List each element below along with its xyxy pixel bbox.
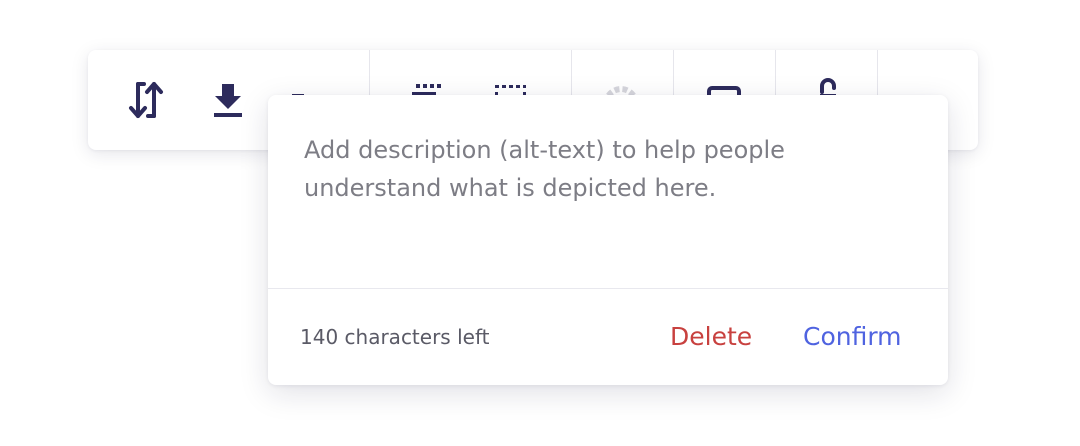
- alt-text-popover: 140 characters left Delete Confirm: [268, 95, 948, 385]
- download-button[interactable]: [200, 72, 256, 128]
- confirm-button[interactable]: Confirm: [799, 317, 906, 357]
- popover-divider: [268, 288, 948, 289]
- swap-button[interactable]: [118, 72, 174, 128]
- characters-left-counter: 140 characters left: [300, 325, 490, 349]
- delete-button[interactable]: Delete: [666, 317, 756, 357]
- swap-arrows-icon: [122, 76, 170, 124]
- download-icon: [204, 76, 252, 124]
- alt-text-input[interactable]: [288, 117, 928, 285]
- editor-stage: 140 characters left Delete Confirm: [0, 0, 1080, 446]
